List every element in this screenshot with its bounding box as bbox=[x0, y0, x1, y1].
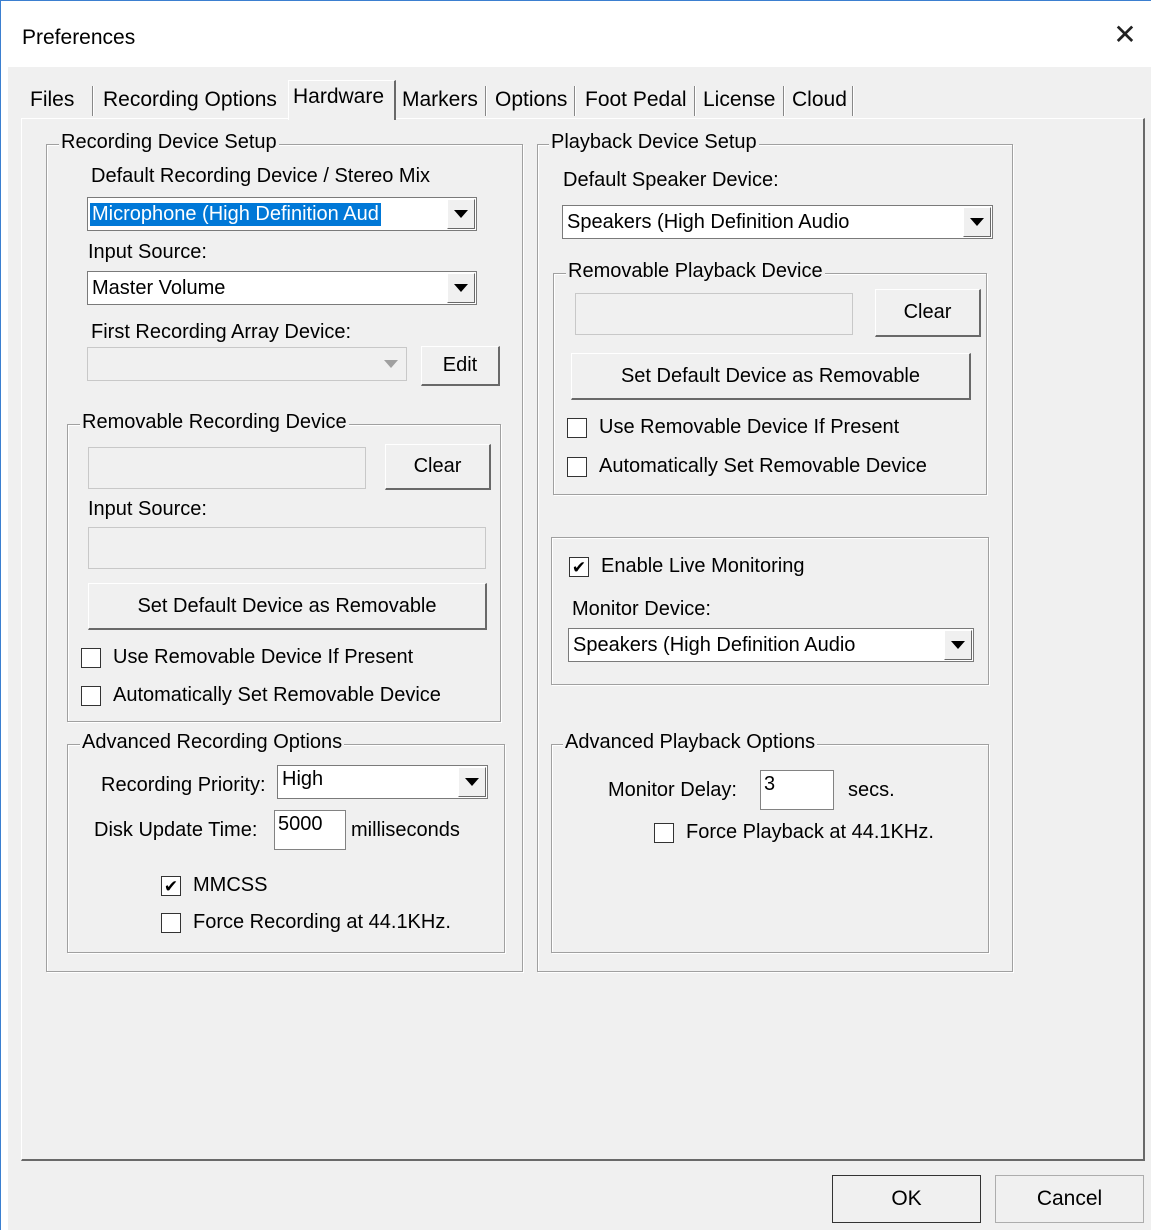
removable-recording-device-legend: Removable Recording Device bbox=[80, 411, 349, 434]
force-recording-44k-checkbox[interactable] bbox=[161, 913, 181, 933]
auto-set-removable-playback-label: Automatically Set Removable Device bbox=[599, 455, 927, 477]
disk-update-time-value: 5000 bbox=[278, 813, 323, 835]
removable-recording-device-field[interactable] bbox=[88, 447, 366, 489]
dropdown-button[interactable] bbox=[963, 207, 991, 237]
input-source-label: Input Source: bbox=[88, 241, 207, 263]
tab-recording-options[interactable]: Recording Options bbox=[99, 84, 281, 118]
advanced-recording-options-legend: Advanced Recording Options bbox=[80, 731, 345, 754]
use-removable-playback-checkbox[interactable] bbox=[567, 418, 587, 438]
tab-foot-pedal[interactable]: Foot Pedal bbox=[581, 84, 691, 118]
ok-button[interactable]: OK bbox=[832, 1175, 981, 1223]
tab-separator bbox=[852, 86, 854, 116]
chevron-down-icon bbox=[454, 210, 468, 218]
recording-device-setup-legend: Recording Device Setup bbox=[59, 131, 279, 154]
recording-priority-dropdown[interactable]: High bbox=[277, 765, 488, 799]
monitor-delay-input[interactable]: 3 bbox=[760, 770, 834, 810]
first-recording-array-device-dropdown[interactable] bbox=[87, 347, 407, 381]
chevron-down-icon bbox=[454, 284, 468, 292]
set-default-playback-removable-button[interactable]: Set Default Device as Removable bbox=[571, 353, 971, 400]
tab-markers[interactable]: Markers bbox=[398, 84, 482, 118]
enable-live-monitoring-checkbox[interactable]: ✔ bbox=[569, 557, 589, 577]
mmcss-label: MMCSS bbox=[193, 874, 268, 896]
advanced-playback-options-legend: Advanced Playback Options bbox=[563, 731, 818, 754]
set-default-recording-removable-button[interactable]: Set Default Device as Removable bbox=[88, 583, 487, 630]
auto-set-removable-recording-label: Automatically Set Removable Device bbox=[113, 684, 441, 706]
tab-hardware[interactable]: Hardware bbox=[288, 80, 396, 120]
force-playback-44k-label: Force Playback at 44.1KHz. bbox=[686, 821, 934, 843]
clear-recording-device-button[interactable]: Clear bbox=[385, 444, 491, 490]
recording-priority-label: Recording Priority: bbox=[101, 774, 266, 796]
tab-separator bbox=[783, 86, 785, 116]
close-icon[interactable]: ✕ bbox=[1108, 18, 1142, 52]
use-removable-recording-checkbox[interactable] bbox=[81, 648, 101, 668]
default-recording-device-value: Microphone (High Definition Aud bbox=[90, 202, 381, 226]
monitor-device-dropdown[interactable]: Speakers (High Definition Audio bbox=[568, 628, 974, 662]
auto-set-removable-playback-checkbox[interactable] bbox=[567, 457, 587, 477]
chevron-down-icon bbox=[951, 641, 965, 649]
dropdown-button[interactable] bbox=[944, 630, 972, 660]
monitor-delay-value: 3 bbox=[764, 773, 776, 795]
use-removable-playback-label: Use Removable Device If Present bbox=[599, 416, 900, 438]
tab-options[interactable]: Options bbox=[491, 84, 571, 118]
tab-separator bbox=[694, 86, 696, 116]
default-recording-device-dropdown[interactable]: Microphone (High Definition Aud bbox=[87, 197, 477, 231]
input-source-value: Master Volume bbox=[92, 276, 226, 299]
first-recording-array-device-label: First Recording Array Device: bbox=[91, 321, 352, 343]
playback-device-setup-legend: Playback Device Setup bbox=[549, 131, 759, 154]
default-speaker-device-value: Speakers (High Definition Audio bbox=[567, 210, 850, 233]
tab-separator bbox=[92, 86, 94, 116]
chevron-down-icon bbox=[970, 218, 984, 226]
default-recording-device-label: Default Recording Device / Stereo Mix bbox=[91, 165, 431, 187]
dropdown-button[interactable] bbox=[458, 767, 486, 797]
removable-playback-device-legend: Removable Playback Device bbox=[566, 260, 825, 283]
chevron-down-icon bbox=[465, 778, 479, 786]
removable-input-source-label: Input Source: bbox=[88, 498, 207, 520]
dropdown-button[interactable] bbox=[447, 199, 475, 229]
enable-live-monitoring-label: Enable Live Monitoring bbox=[601, 555, 805, 577]
mmcss-checkbox[interactable]: ✔ bbox=[161, 876, 181, 896]
use-removable-recording-label: Use Removable Device If Present bbox=[113, 646, 414, 668]
tab-separator bbox=[485, 86, 487, 116]
disk-update-time-label: Disk Update Time: bbox=[94, 819, 258, 841]
input-source-dropdown[interactable]: Master Volume bbox=[87, 271, 477, 305]
default-speaker-device-label: Default Speaker Device: bbox=[563, 169, 779, 191]
auto-set-removable-recording-checkbox[interactable] bbox=[81, 686, 101, 706]
default-speaker-device-dropdown[interactable]: Speakers (High Definition Audio bbox=[562, 205, 993, 239]
monitor-device-value: Speakers (High Definition Audio bbox=[573, 633, 856, 656]
recording-priority-value: High bbox=[282, 768, 324, 790]
monitor-delay-unit: secs. bbox=[848, 779, 895, 801]
tab-separator bbox=[574, 86, 576, 116]
force-recording-44k-label: Force Recording at 44.1KHz. bbox=[193, 911, 451, 933]
chevron-down-icon bbox=[384, 360, 398, 368]
cancel-button[interactable]: Cancel bbox=[995, 1175, 1144, 1223]
tab-license[interactable]: License bbox=[699, 84, 779, 118]
removable-playback-device-field[interactable] bbox=[575, 293, 853, 335]
checkmark-icon: ✔ bbox=[163, 876, 179, 896]
edit-button[interactable]: Edit bbox=[421, 346, 500, 386]
tab-files[interactable]: Files bbox=[26, 84, 78, 118]
window-title: Preferences bbox=[22, 26, 136, 49]
clear-playback-device-button[interactable]: Clear bbox=[875, 289, 981, 337]
force-playback-44k-checkbox[interactable] bbox=[654, 823, 674, 843]
monitor-delay-label: Monitor Delay: bbox=[608, 779, 737, 801]
monitor-device-label: Monitor Device: bbox=[572, 598, 711, 620]
dropdown-button[interactable] bbox=[447, 273, 475, 303]
checkmark-icon: ✔ bbox=[571, 557, 587, 577]
dropdown-button[interactable] bbox=[377, 349, 405, 379]
tab-cloud[interactable]: Cloud bbox=[788, 84, 851, 118]
removable-input-source-field[interactable] bbox=[88, 527, 486, 569]
disk-update-time-unit: milliseconds bbox=[351, 819, 460, 841]
disk-update-time-input[interactable]: 5000 bbox=[274, 810, 346, 850]
